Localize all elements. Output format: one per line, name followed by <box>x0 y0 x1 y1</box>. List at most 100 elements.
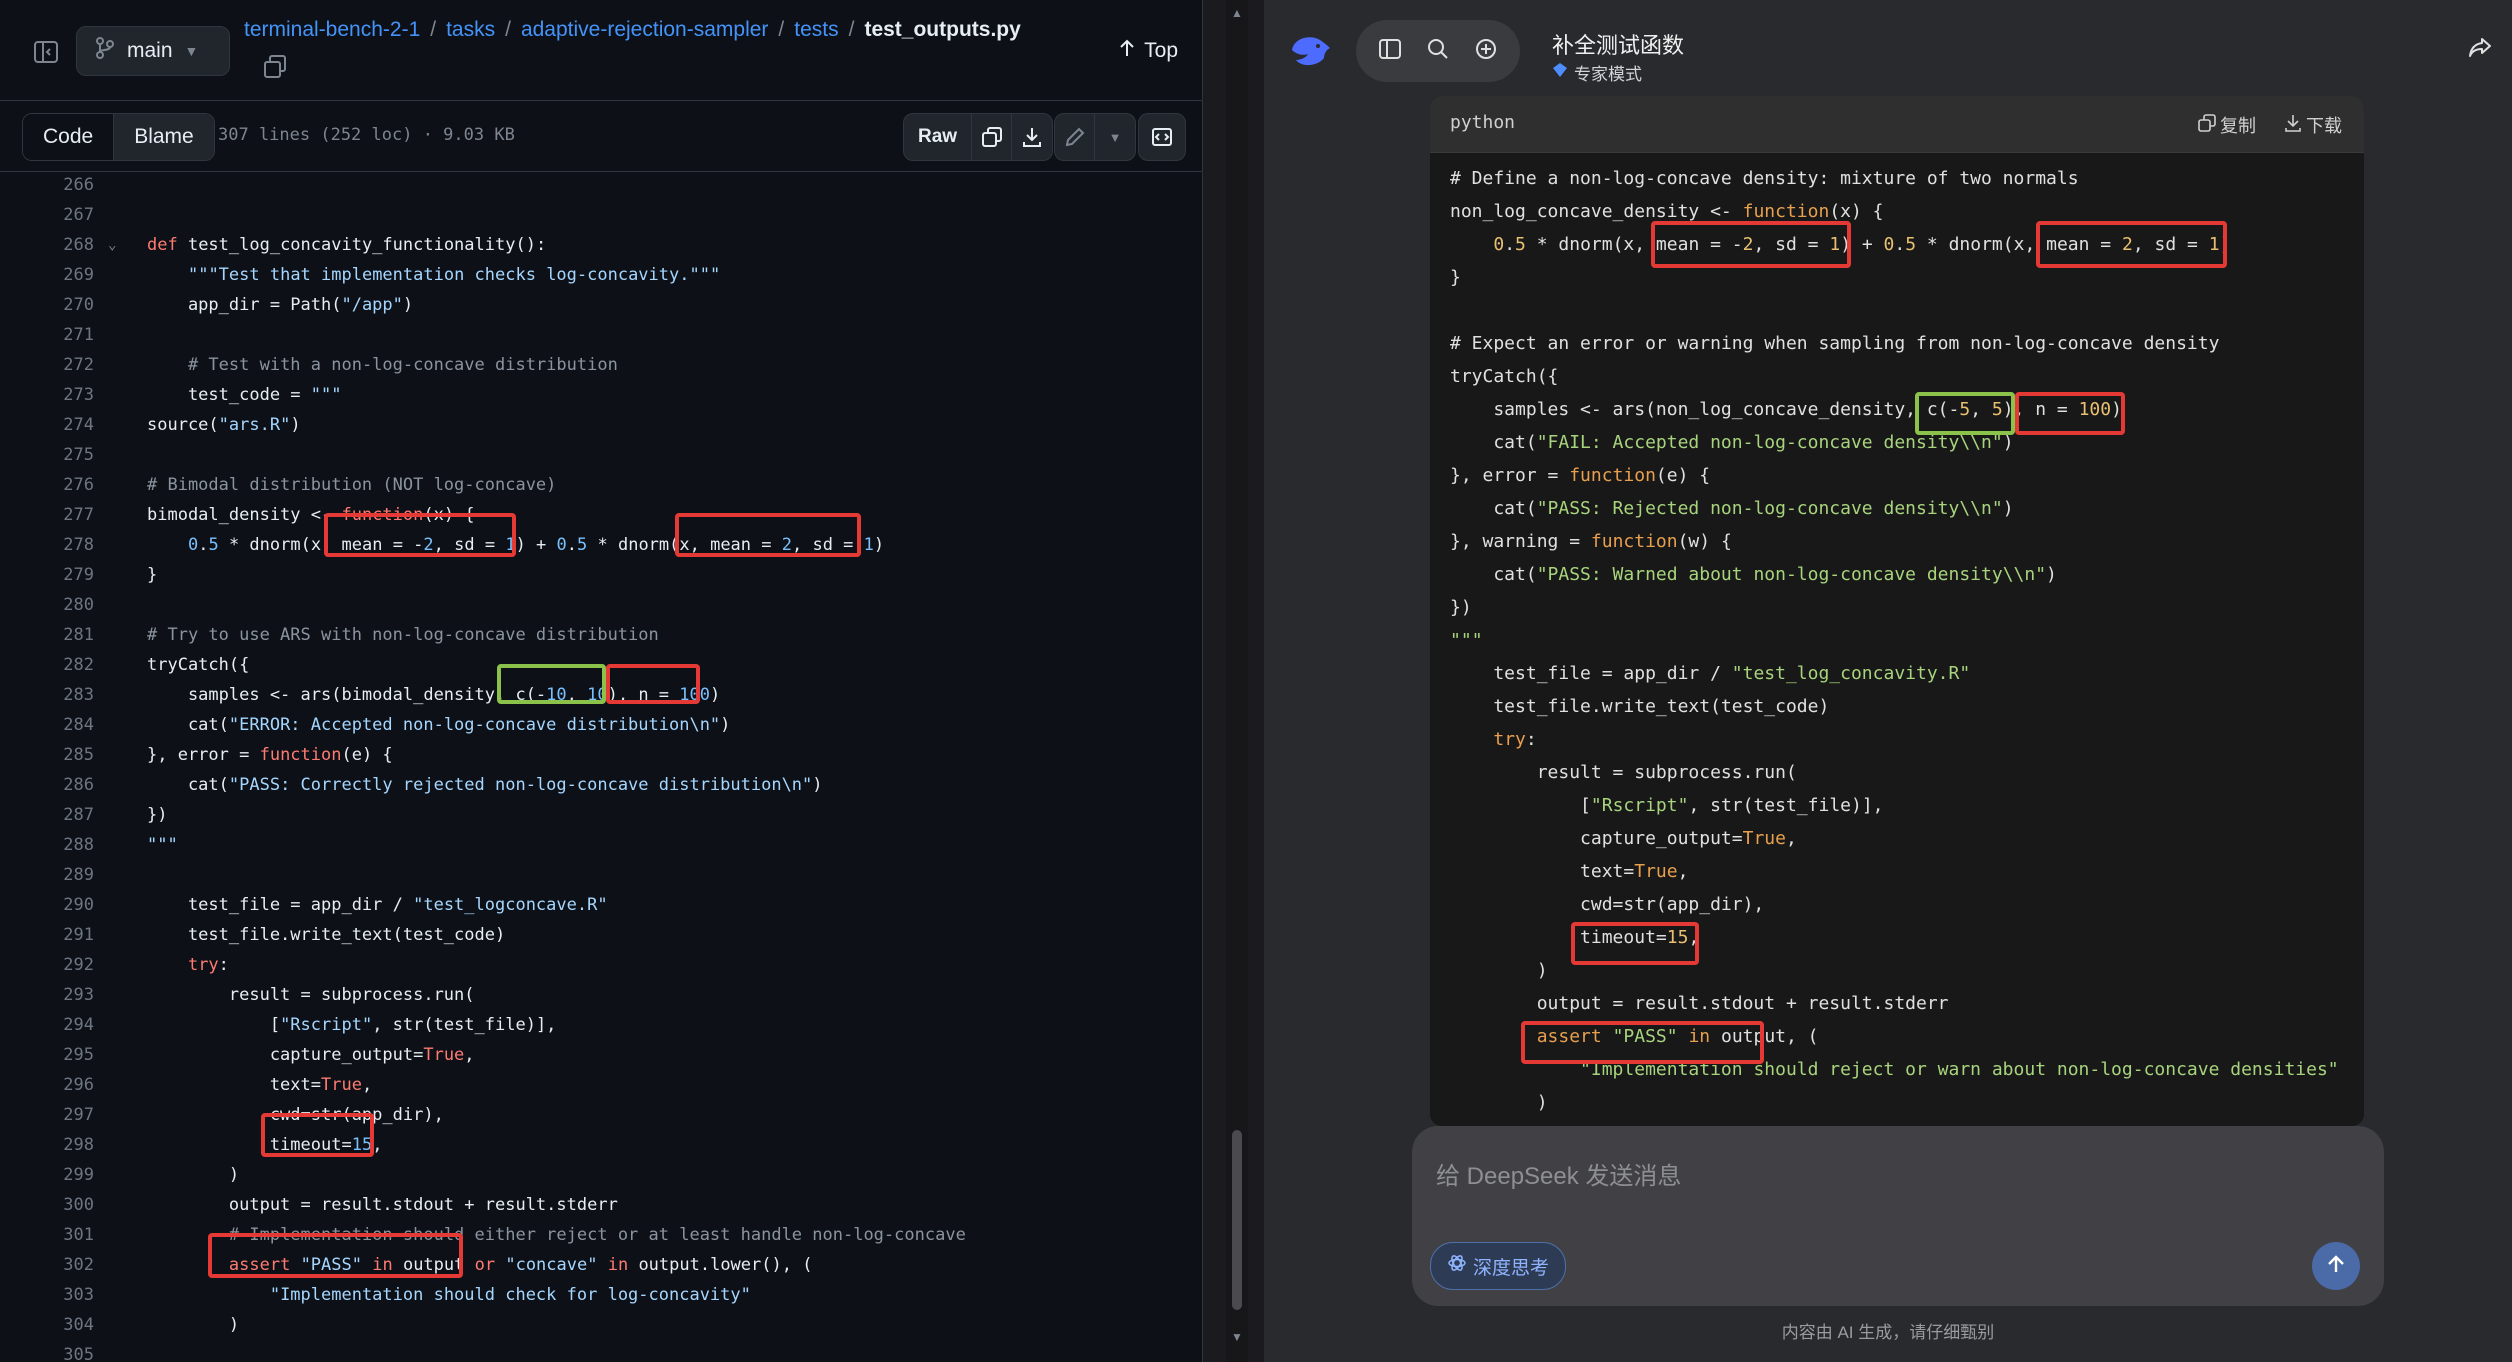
branch-icon <box>95 37 115 65</box>
breadcrumb-file: test_outputs.py <box>864 18 1021 41</box>
code-line: 298 timeout=15, <box>0 1130 1200 1160</box>
code-line: 302 assert "PASS" in output or "concave"… <box>0 1250 1200 1280</box>
line-number[interactable]: 268 <box>0 230 94 260</box>
line-number[interactable]: 283 <box>0 680 94 710</box>
new-chat-icon[interactable] <box>1474 37 1498 66</box>
chevron-down-icon[interactable]: ▼ <box>1095 114 1135 160</box>
branch-selector[interactable]: main ▼ <box>76 26 230 76</box>
highlight-box-mean-pos2 <box>675 513 861 557</box>
code-text: cat("PASS: Correctly rejected non-log-co… <box>147 775 823 795</box>
code-text: try: <box>187 955 229 975</box>
line-number[interactable]: 303 <box>0 1280 94 1310</box>
line-number[interactable]: 290 <box>0 890 94 920</box>
line-number[interactable]: 288 <box>0 830 94 860</box>
highlight-box-mean-pos2 <box>2036 221 2227 268</box>
tab-blame[interactable]: Blame <box>114 114 214 160</box>
line-number[interactable]: 295 <box>0 1040 94 1070</box>
line-number[interactable]: 269 <box>0 260 94 290</box>
code-line: 305 <box>0 1340 1200 1362</box>
diamond-icon <box>1552 62 1568 83</box>
line-number[interactable]: 274 <box>0 410 94 440</box>
search-icon[interactable] <box>1426 37 1450 66</box>
line-number[interactable]: 272 <box>0 350 94 380</box>
line-number[interactable]: 285 <box>0 740 94 770</box>
raw-button[interactable]: Raw <box>904 114 973 160</box>
code-text: result = subprocess.run( <box>147 985 475 1005</box>
line-number[interactable]: 302 <box>0 1250 94 1280</box>
code-line: 272 # Test with a non-log-concave distri… <box>0 350 1200 380</box>
download-icon[interactable] <box>1012 114 1052 160</box>
code-viewer[interactable]: 266 267 268 ⌄ def test_log_concavity_functio… <box>0 170 1202 1362</box>
code-line: 274 source("ars.R") <box>0 410 1200 440</box>
breadcrumb-tasks[interactable]: tasks <box>446 18 495 42</box>
line-number[interactable]: 282 <box>0 650 94 680</box>
code-line: 273 test_code = """ <box>0 380 1200 410</box>
message-input[interactable]: 给 DeepSeek 发送消息 深度思考 <box>1412 1126 2384 1306</box>
tab-code[interactable]: Code <box>23 114 115 160</box>
line-number[interactable]: 292 <box>0 950 94 980</box>
copy-path-icon[interactable] <box>262 54 292 84</box>
code-line: 279} <box>0 560 1200 590</box>
breadcrumb-repo[interactable]: terminal-bench-2-1 <box>244 18 420 42</box>
line-number[interactable]: 273 <box>0 380 94 410</box>
line-number[interactable]: 291 <box>0 920 94 950</box>
line-number[interactable]: 289 <box>0 860 94 890</box>
line-number[interactable]: 300 <box>0 1190 94 1220</box>
edit-pencil-icon[interactable] <box>1055 114 1095 160</box>
line-number[interactable]: 275 <box>0 440 94 470</box>
line-number[interactable]: 286 <box>0 770 94 800</box>
line-number[interactable]: 279 <box>0 560 94 590</box>
github-file-view: main ▼ terminal-bench-2-1 / tasks / adap… <box>0 0 1203 1362</box>
vertical-scrollbar[interactable]: ▲ ▼ <box>1226 0 1248 1362</box>
symbols-panel-icon[interactable] <box>1138 113 1186 161</box>
line-number[interactable]: 299 <box>0 1160 94 1190</box>
scrollbar-thumb[interactable] <box>1232 1130 1242 1310</box>
sidebar-toggle-icon[interactable] <box>28 34 64 70</box>
line-number[interactable]: 271 <box>0 320 94 350</box>
line-number[interactable]: 296 <box>0 1070 94 1100</box>
code-line: }, warning = function(w) { <box>1450 531 1732 552</box>
code-line: 271 <box>0 320 1200 350</box>
code-language: python <box>1450 112 1516 133</box>
highlight-box-n100 <box>606 664 700 704</box>
code-line: 297 cwd=str(app_dir), <box>0 1100 1200 1130</box>
line-number[interactable]: 298 <box>0 1130 94 1160</box>
scroll-up-icon[interactable]: ▲ <box>1231 6 1243 20</box>
line-number[interactable]: 284 <box>0 710 94 740</box>
line-number[interactable]: 301 <box>0 1220 94 1250</box>
sidebar-toggle-icon[interactable] <box>1378 37 1402 66</box>
deep-think-button[interactable]: 深度思考 <box>1430 1242 1567 1290</box>
highlight-box-timeout <box>261 1113 374 1157</box>
fold-chevron-icon[interactable]: ⌄ <box>108 230 126 260</box>
message-placeholder: 给 DeepSeek 发送消息 <box>1436 1163 1682 1190</box>
scroll-down-icon[interactable]: ▼ <box>1231 1330 1243 1344</box>
line-number[interactable]: 281 <box>0 620 94 650</box>
line-number[interactable]: 294 <box>0 1010 94 1040</box>
line-number[interactable]: 267 <box>0 200 94 230</box>
line-number[interactable]: 276 <box>0 470 94 500</box>
line-number[interactable]: 293 <box>0 980 94 1010</box>
line-number[interactable]: 304 <box>0 1310 94 1340</box>
share-icon[interactable] <box>2466 34 2494 67</box>
line-number[interactable]: 278 <box>0 530 94 560</box>
code-line: capture_output=True, <box>1450 828 1797 849</box>
deepseek-whale-logo[interactable] <box>1288 28 1334 74</box>
send-button[interactable] <box>2312 1242 2360 1290</box>
line-number[interactable]: 277 <box>0 500 94 530</box>
line-number[interactable]: 280 <box>0 590 94 620</box>
line-number[interactable]: 287 <box>0 800 94 830</box>
code-line: 291 test_file.write_text(test_code) <box>0 920 1200 950</box>
breadcrumb-tests[interactable]: tests <box>794 18 838 42</box>
download-button[interactable]: 下载 <box>2284 112 2342 138</box>
copy-raw-icon[interactable] <box>972 114 1013 160</box>
line-number[interactable]: 297 <box>0 1100 94 1130</box>
highlight-box-mean-neg2 <box>1651 221 1851 268</box>
code-content[interactable]: # Define a non-log-concave density: mixt… <box>1430 152 2364 1126</box>
breadcrumb-task[interactable]: adaptive-rejection-sampler <box>521 18 768 42</box>
code-line: 301 # Implementation should either rejec… <box>0 1220 1200 1250</box>
copy-button[interactable]: 复制 <box>2198 112 2256 138</box>
line-number[interactable]: 270 <box>0 290 94 320</box>
top-link[interactable]: Top <box>1118 38 1178 64</box>
line-number[interactable]: 305 <box>0 1340 94 1362</box>
line-number[interactable]: 266 <box>0 170 94 200</box>
